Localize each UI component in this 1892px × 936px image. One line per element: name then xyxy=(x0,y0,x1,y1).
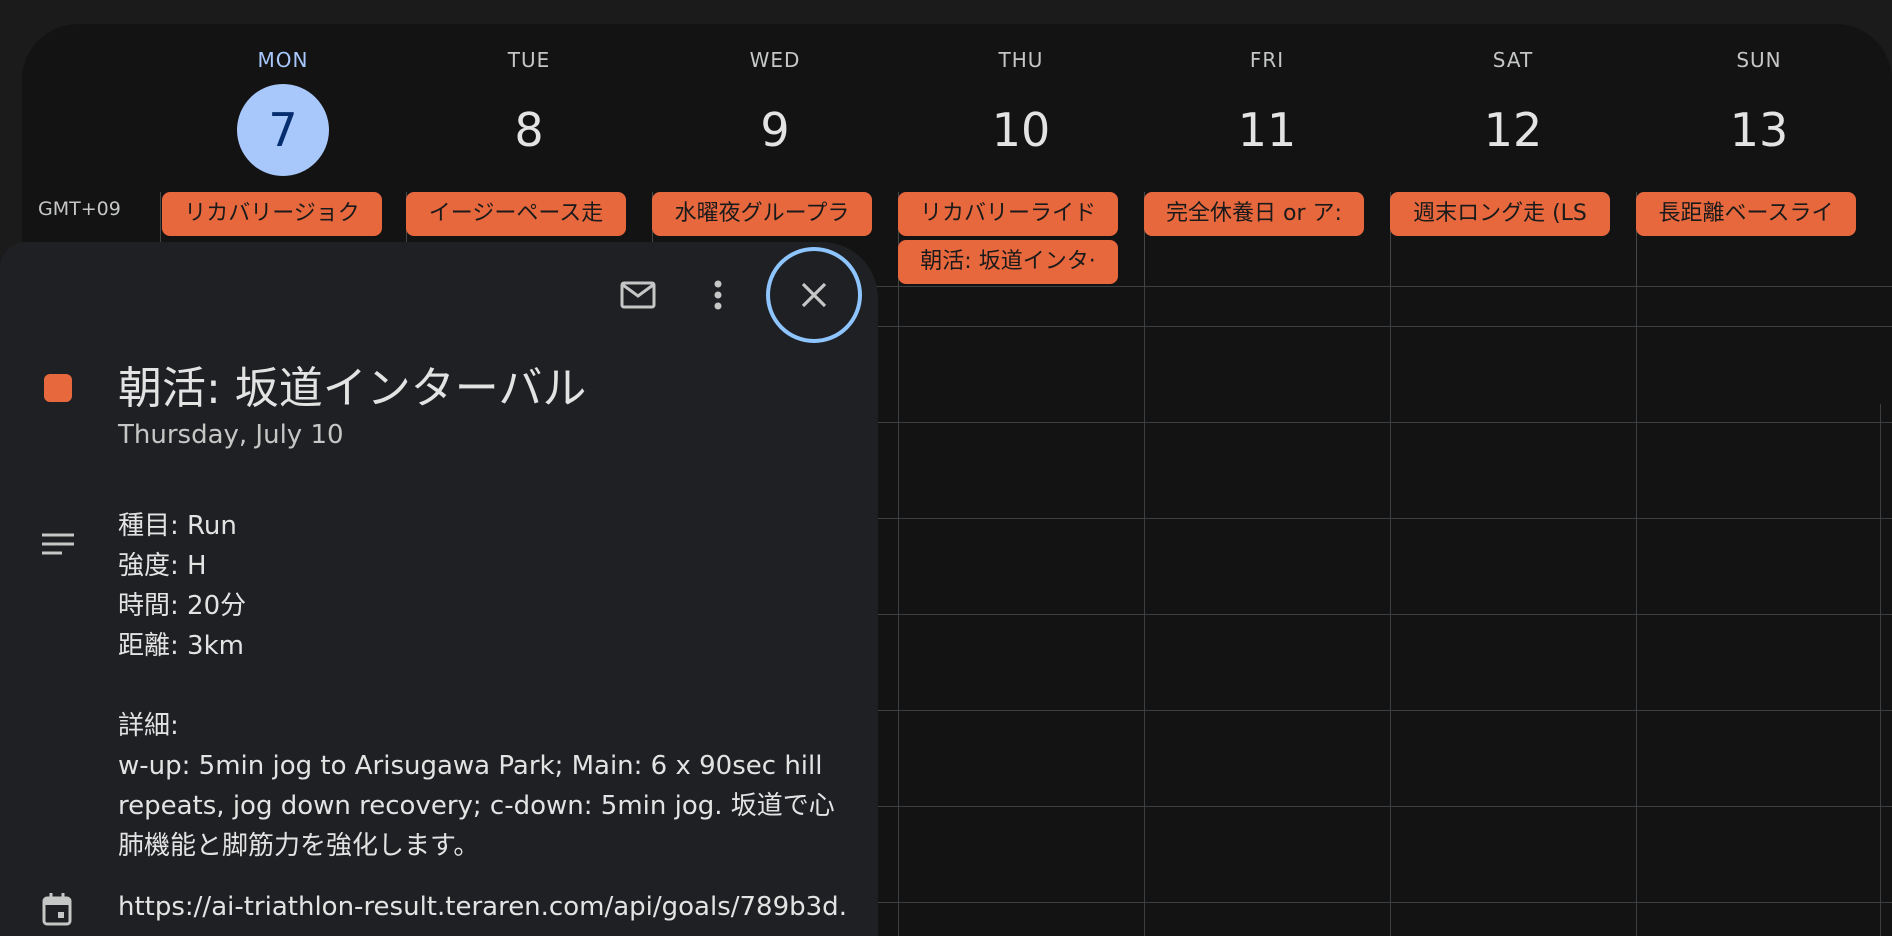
day-of-week: MON xyxy=(257,48,309,72)
grid-column-line xyxy=(1880,404,1881,936)
details-text-line: w-up: 5min jog to Arisugawa Park; Main: … xyxy=(118,751,823,781)
event-color-indicator xyxy=(44,374,72,402)
day-header-thu[interactable]: THU 10 xyxy=(898,24,1144,174)
event-chip-wed[interactable]: 水曜夜グループラ xyxy=(652,192,872,236)
day-number[interactable]: 8 xyxy=(483,84,575,176)
event-date: Thursday, July 10 xyxy=(118,420,344,450)
day-of-week: THU xyxy=(998,48,1044,72)
day-of-week: TUE xyxy=(507,48,551,72)
day-headers: MON 7 TUE 8 WED 9 THU 10 FRI 11 SAT 12 S… xyxy=(160,24,1892,176)
day-of-week: WED xyxy=(749,48,801,72)
description-line: 強度: H xyxy=(118,551,207,581)
event-chip-fri[interactable]: 完全休養日 or ア: xyxy=(1144,192,1364,236)
grid-column-line xyxy=(1390,286,1391,936)
details-text-line: 肺機能と脚筋力を強化します。 xyxy=(118,831,480,861)
event-title: 朝活: 坂道インターバル xyxy=(118,363,587,414)
day-number[interactable]: 13 xyxy=(1713,84,1805,176)
close-icon xyxy=(801,282,827,308)
day-number[interactable]: 11 xyxy=(1221,84,1313,176)
event-detail-panel: 朝活: 坂道インターバル Thursday, July 10 種目: Run 強… xyxy=(0,242,878,936)
description-line: 種目: Run xyxy=(118,511,237,541)
description-line: 時間: 20分 xyxy=(118,591,247,621)
event-chip-tue[interactable]: イージーペース走 xyxy=(406,192,626,236)
day-header-sat[interactable]: SAT 12 xyxy=(1390,24,1636,174)
day-number[interactable]: 12 xyxy=(1467,84,1559,176)
grid-column-line xyxy=(1636,286,1637,936)
event-chip-thu[interactable]: リカバリーライド xyxy=(898,192,1118,236)
event-chip-mon[interactable]: リカバリージョク xyxy=(162,192,382,236)
day-of-week: FRI xyxy=(1249,48,1285,72)
event-description: 種目: Run 強度: H 時間: 20分 距離: 3km 詳細: w-up: … xyxy=(118,506,848,866)
description-line: 距離: 3km xyxy=(118,631,244,661)
event-chip-sat[interactable]: 週末ロング走 (LS xyxy=(1390,192,1610,236)
day-header-tue[interactable]: TUE 8 xyxy=(406,24,652,174)
email-guests-button[interactable] xyxy=(610,267,666,323)
day-header-wed[interactable]: WED 9 xyxy=(652,24,898,174)
day-header-fri[interactable]: FRI 11 xyxy=(1144,24,1390,174)
event-chip-sun[interactable]: 長距離ベースライ xyxy=(1636,192,1856,236)
more-vert-icon xyxy=(714,280,722,310)
timezone-label: GMT+09 xyxy=(38,198,121,220)
day-of-week: SAT xyxy=(1492,48,1534,72)
event-chip-thu-2[interactable]: 朝活: 坂道インタ· xyxy=(898,240,1118,284)
day-header-mon[interactable]: MON 7 xyxy=(160,24,406,176)
day-number[interactable]: 9 xyxy=(729,84,821,176)
day-of-week: SUN xyxy=(1736,48,1782,72)
calendar-icon xyxy=(42,893,72,926)
event-link[interactable]: https://ai-triathlon-result.teraren.com/… xyxy=(118,892,848,922)
grid-column-line xyxy=(1144,286,1145,936)
day-number-today[interactable]: 7 xyxy=(237,84,329,176)
grid-column-line xyxy=(898,286,899,936)
mail-icon xyxy=(620,281,656,309)
more-options-button[interactable] xyxy=(690,267,746,323)
close-button[interactable] xyxy=(766,247,862,343)
details-text-line: repeats, jog down recovery; c-down: 5min… xyxy=(118,791,835,821)
day-header-sun[interactable]: SUN 13 xyxy=(1636,24,1882,174)
details-label: 詳細: xyxy=(118,711,179,741)
day-number[interactable]: 10 xyxy=(975,84,1067,176)
notes-icon xyxy=(42,533,74,555)
